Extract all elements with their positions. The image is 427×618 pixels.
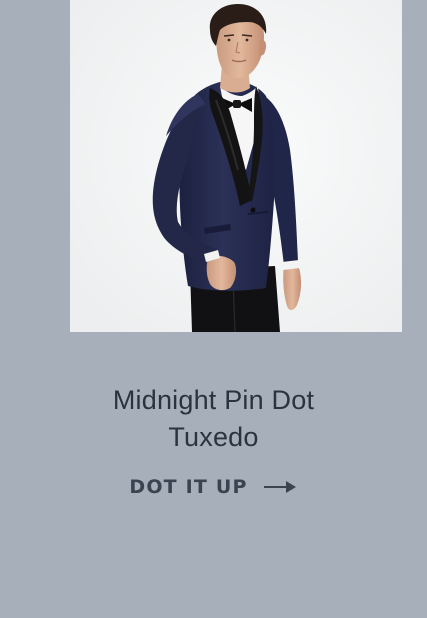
cta-label: DOT IT UP: [129, 476, 248, 498]
product-image[interactable]: [70, 0, 402, 332]
tuxedo-model-illustration: [70, 0, 402, 332]
product-title: Midnight Pin Dot Tuxedo: [0, 382, 427, 456]
product-card: Midnight Pin Dot Tuxedo DOT IT UP: [0, 0, 427, 618]
dot-it-up-link[interactable]: DOT IT UP: [0, 471, 427, 503]
arrow-right-icon: [263, 479, 298, 495]
product-title-line-2: Tuxedo: [168, 422, 259, 453]
product-title-line-1: Midnight Pin Dot: [112, 385, 315, 416]
